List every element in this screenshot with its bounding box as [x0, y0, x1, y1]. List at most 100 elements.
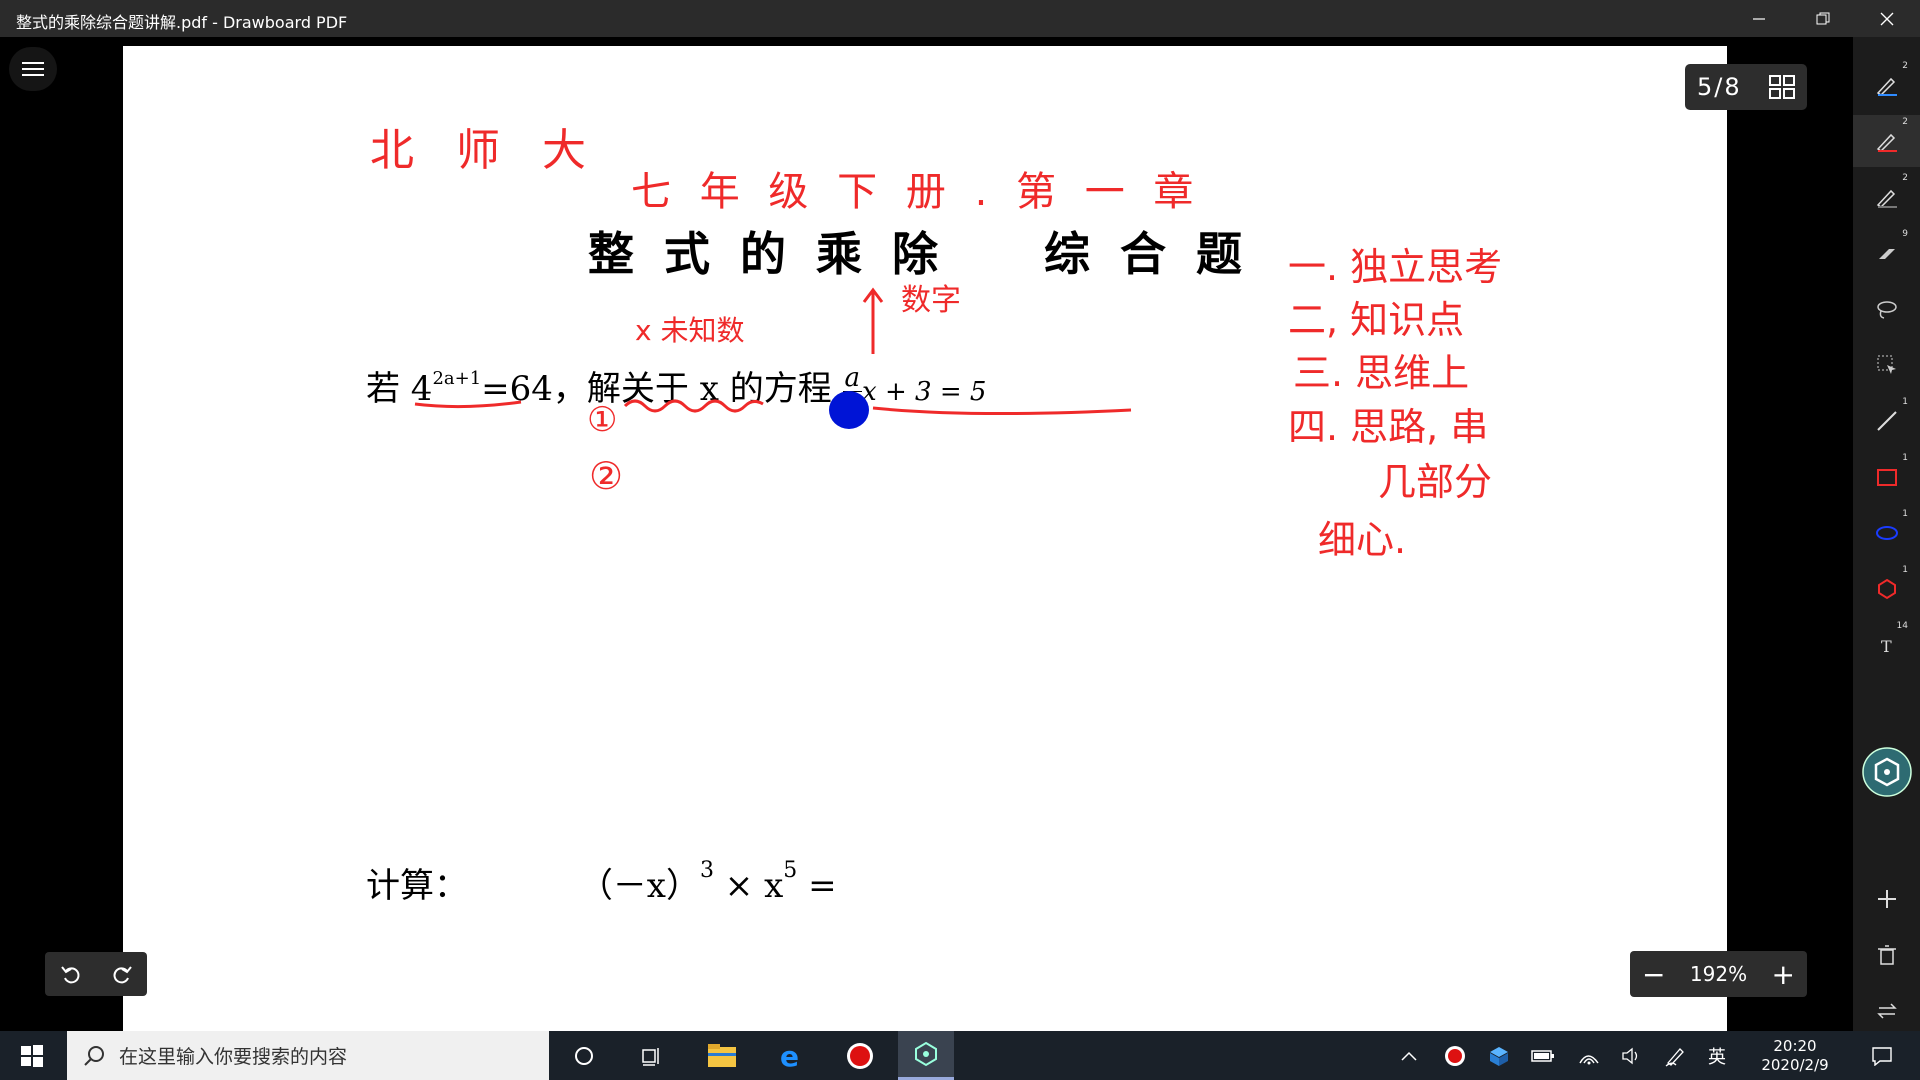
problem2-end: =: [797, 866, 837, 906]
taskbar-search-box[interactable]: 在这里输入你要搜索的内容: [67, 1031, 549, 1080]
pen-tool-dark[interactable]: 2: [1853, 171, 1920, 223]
ink-mark-1: ①: [587, 400, 618, 440]
file-explorer-button[interactable]: [694, 1031, 750, 1080]
ink-number-note: 数字: [901, 283, 961, 318]
window-title: 整式的乘除综合题讲解.pdf - Drawboard PDF: [16, 13, 348, 32]
ink-publisher: 北 师 大: [370, 125, 600, 176]
zoom-in-button[interactable]: +: [1772, 958, 1795, 991]
problem2-exponent: 3: [700, 857, 714, 883]
swap-panel-button[interactable]: [1853, 985, 1920, 1037]
ink-underlines: [414, 399, 1132, 416]
highlighter-icon: [1878, 249, 1895, 259]
undo-redo-group: [45, 952, 147, 996]
trash-icon: [1877, 945, 1896, 965]
minimize-icon: [1753, 17, 1765, 20]
ellipse-icon: [1875, 526, 1898, 540]
text-tool[interactable]: T 14: [1853, 619, 1920, 671]
tool-badge: 14: [1896, 621, 1908, 631]
tray-overflow-button[interactable]: [1396, 1031, 1422, 1080]
drawboard-app-button[interactable]: [898, 1031, 954, 1080]
problem2-base: （－x）: [578, 866, 700, 906]
action-center-button[interactable]: [1860, 1031, 1904, 1080]
cortana-button[interactable]: [556, 1031, 612, 1080]
app-area: 北 师 大 七 年 级 下 册 . 第 一 章 整式的乘除 综合题 x 未知数 …: [0, 37, 1920, 1036]
tray-network[interactable]: [1574, 1031, 1604, 1080]
pen-blue-icon: [1876, 77, 1897, 96]
page-total: 8: [1724, 73, 1740, 101]
task-view-button[interactable]: [624, 1031, 680, 1080]
task-view-icon: [642, 1047, 659, 1066]
delete-button[interactable]: [1853, 929, 1920, 981]
redo-icon[interactable]: [111, 963, 133, 985]
tool-badge: 1: [1902, 509, 1908, 519]
minimize-button[interactable]: [1728, 0, 1790, 37]
page-separator: /: [1714, 73, 1723, 101]
start-button[interactable]: [4, 1031, 60, 1080]
polygon-tool[interactable]: 1: [1853, 563, 1920, 615]
ink-list-3: 三. 思维上: [1293, 351, 1470, 395]
tool-badge: 2: [1902, 117, 1908, 127]
grid-view-icon[interactable]: [1769, 75, 1795, 99]
edge-browser-button[interactable]: e: [764, 1031, 820, 1080]
tool-badge: 2: [1902, 173, 1908, 183]
tool-badge: 1: [1902, 453, 1908, 463]
lasso-tool[interactable]: [1853, 283, 1920, 335]
windows-logo-icon: [21, 1044, 43, 1067]
close-button[interactable]: [1856, 0, 1918, 37]
tray-battery[interactable]: [1528, 1031, 1558, 1080]
pen-tool-blue[interactable]: 2: [1853, 59, 1920, 111]
swap-arrows-icon: [1876, 1003, 1897, 1019]
rectangle-tool[interactable]: 1: [1853, 451, 1920, 503]
ink-unknown-note: x 未知数: [635, 314, 745, 347]
search-icon: [84, 1045, 104, 1066]
tray-clock[interactable]: 20:20 2020/2/9: [1745, 1031, 1845, 1080]
select-tool[interactable]: [1853, 339, 1920, 391]
hamburger-icon: [22, 62, 44, 76]
page-current: 5: [1697, 73, 1713, 101]
pen-dark-icon: [1876, 189, 1897, 208]
taskbar: 在这里输入你要搜索的内容 e 英 20:20 2020/2/9: [0, 1031, 1920, 1080]
ellipse-tool[interactable]: 1: [1853, 507, 1920, 559]
clock-time: 20:20: [1773, 1036, 1817, 1055]
battery-icon: [1531, 1049, 1554, 1062]
pdf-page[interactable]: 北 师 大 七 年 级 下 册 . 第 一 章 整式的乘除 综合题 x 未知数 …: [123, 46, 1727, 1036]
folder-icon: [708, 1043, 736, 1067]
tool-panel: 2 2 2 9 1 1 1 1 T 14: [1853, 37, 1920, 1031]
zoom-out-button[interactable]: −: [1642, 958, 1665, 991]
problem-2: 计算： （－x）3 × x5 =: [366, 858, 837, 907]
problem1-exponent: 2a+1: [432, 367, 482, 389]
ink-grade-chapter: 七 年 级 下 册 . 第 一 章: [631, 169, 1202, 215]
restore-button[interactable]: [1792, 0, 1854, 37]
tray-ime[interactable]: 英: [1702, 1031, 1732, 1080]
page-indicator[interactable]: 5 / 8: [1685, 64, 1807, 110]
tray-volume[interactable]: [1617, 1031, 1647, 1080]
close-icon: [1880, 12, 1894, 25]
ruler-hexagon-icon: [1861, 747, 1912, 797]
search-placeholder: 在这里输入你要搜索的内容: [119, 1046, 348, 1068]
cortana-circle-icon: [575, 1046, 593, 1065]
tray-pen-workspace[interactable]: [1660, 1031, 1690, 1080]
svg-text:T: T: [1881, 637, 1892, 656]
box-tray-icon: [1490, 1046, 1508, 1066]
highlighter-tool[interactable]: 9: [1853, 227, 1920, 279]
line-tool[interactable]: 1: [1853, 395, 1920, 447]
plus-icon: [1877, 890, 1896, 908]
tool-badge: 2: [1902, 61, 1908, 71]
undo-icon[interactable]: [60, 963, 82, 985]
record-icon: [847, 1042, 873, 1069]
pen-pointer-dot: [829, 391, 869, 429]
zoom-level: 192%: [1689, 962, 1748, 986]
recorder-app-button[interactable]: [832, 1031, 888, 1080]
ink-arrow-up: [862, 287, 884, 354]
tool-badge: 1: [1902, 565, 1908, 575]
ruler-toggle-button[interactable]: [1853, 742, 1920, 802]
pen-tool-red[interactable]: 2: [1853, 115, 1920, 167]
hamburger-menu-button[interactable]: [9, 47, 57, 91]
tray-recorder[interactable]: [1440, 1031, 1470, 1080]
hexagon-icon: [1877, 578, 1896, 600]
add-page-button[interactable]: [1853, 873, 1920, 925]
record-tray-icon: [1445, 1045, 1465, 1066]
restore-icon: [1816, 12, 1830, 24]
clock-date: 2020/2/9: [1761, 1055, 1829, 1074]
tray-cloud-app[interactable]: [1484, 1031, 1514, 1080]
